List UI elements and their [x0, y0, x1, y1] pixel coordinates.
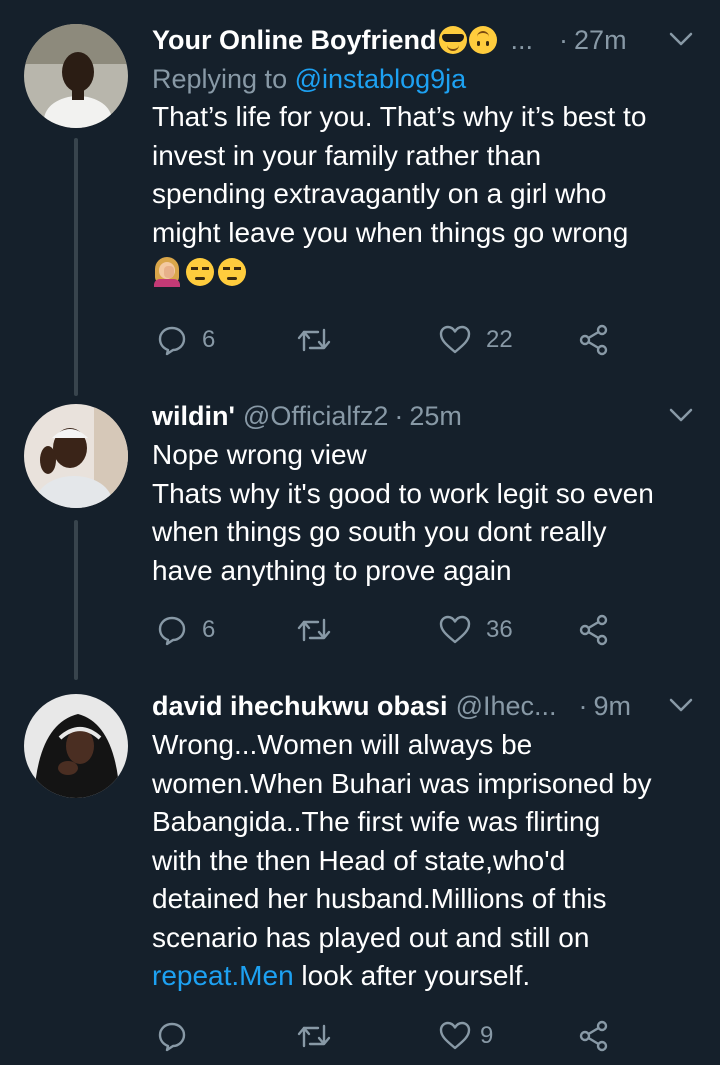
share-button[interactable] — [578, 320, 610, 360]
hashtag-link[interactable]: repeat.Men — [152, 960, 294, 991]
retweet-icon — [297, 618, 331, 642]
share-icon — [579, 614, 608, 646]
like-icon — [439, 325, 471, 354]
timestamp[interactable]: 27m — [574, 20, 627, 60]
unamused-face-icon — [186, 258, 214, 286]
chevron-down-icon[interactable] — [668, 694, 694, 716]
avatar[interactable] — [24, 404, 128, 508]
tweet-actions: 9 — [156, 1016, 636, 1056]
reply-button[interactable]: 6 — [156, 610, 215, 650]
like-count: 22 — [486, 326, 513, 353]
avatar[interactable] — [24, 24, 128, 128]
share-button[interactable] — [578, 1016, 610, 1056]
timestamp[interactable]: 9m — [594, 686, 632, 726]
tweet-actions: 6 36 — [156, 610, 636, 650]
replying-to-label: Replying to — [152, 64, 288, 94]
display-name[interactable]: david ihechukwu obasi — [152, 686, 448, 726]
retweet-button[interactable] — [296, 610, 332, 650]
tweet[interactable]: Your Online Boyfriend ... · 27m Replying… — [0, 0, 720, 380]
replying-to: Replying to @instablog9ja — [152, 60, 694, 98]
mention-link[interactable]: @instablog9ja — [295, 64, 467, 94]
like-button[interactable]: 9 — [438, 1016, 493, 1056]
reply-button[interactable]: 6 — [156, 320, 215, 360]
username[interactable]: @Officialfz2 — [243, 396, 388, 436]
timestamp[interactable]: 25m — [409, 396, 462, 436]
like-icon — [439, 615, 471, 644]
retweet-icon — [297, 328, 331, 352]
reply-icon — [158, 1022, 186, 1052]
tweet-text-part: Wrong...Women will always be women.When … — [152, 729, 652, 953]
like-icon — [439, 1021, 471, 1050]
separator-dot: · — [394, 401, 404, 431]
share-icon — [579, 324, 608, 356]
tweet[interactable]: wildin' @Officialfz2 · 25m Nope wrong vi… — [0, 396, 720, 676]
name-emojis — [438, 26, 497, 54]
share-button[interactable] — [578, 610, 610, 650]
tweet-header: david ihechukwu obasi @Ihec... · 9m — [152, 686, 694, 726]
retweet-button[interactable] — [296, 1016, 332, 1056]
tweet-emojis — [152, 254, 694, 290]
smiling-face-with-sunglasses-icon — [438, 26, 467, 54]
like-count: 9 — [480, 1022, 494, 1049]
display-name[interactable]: Your Online Boyfriend — [152, 20, 437, 60]
reply-count: 6 — [202, 326, 216, 353]
tweet-text-part: look after yourself. — [293, 960, 531, 991]
display-name[interactable]: wildin' — [152, 396, 235, 436]
tweet-text: Wrong...Women will always be women.When … — [152, 726, 694, 996]
upside-down-face-icon — [468, 26, 497, 54]
reply-icon — [158, 326, 186, 356]
tweet[interactable]: david ihechukwu obasi @Ihec... · 9m Wron… — [0, 686, 720, 1065]
chevron-down-icon[interactable] — [668, 404, 694, 426]
avatar[interactable] — [24, 694, 128, 798]
like-button[interactable]: 22 — [438, 320, 513, 360]
username[interactable]: @Ihec... — [456, 686, 557, 726]
tweet-header: Your Online Boyfriend ... · 27m — [152, 20, 694, 60]
tweet-actions: 6 22 — [156, 320, 636, 360]
reply-count: 6 — [202, 616, 216, 643]
reply-button[interactable] — [156, 1016, 202, 1056]
like-count: 36 — [486, 616, 513, 643]
name-truncation: ... — [510, 25, 534, 55]
retweet-button[interactable] — [296, 320, 332, 360]
reply-icon — [158, 616, 186, 646]
tweet-text: Nope wrong view Thats why it's good to w… — [152, 439, 654, 586]
unamused-face-icon — [218, 258, 246, 286]
tweet-text: That’s life for you. That’s why it’s bes… — [152, 101, 647, 248]
retweet-icon — [297, 1024, 331, 1048]
share-icon — [579, 1020, 608, 1052]
woman-facepalming-icon — [152, 257, 182, 287]
separator-dot: · — [578, 691, 588, 721]
like-button[interactable]: 36 — [438, 610, 513, 650]
separator-dot: · — [559, 25, 569, 55]
tweet-header: wildin' @Officialfz2 · 25m — [152, 396, 694, 436]
chevron-down-icon[interactable] — [668, 28, 694, 50]
